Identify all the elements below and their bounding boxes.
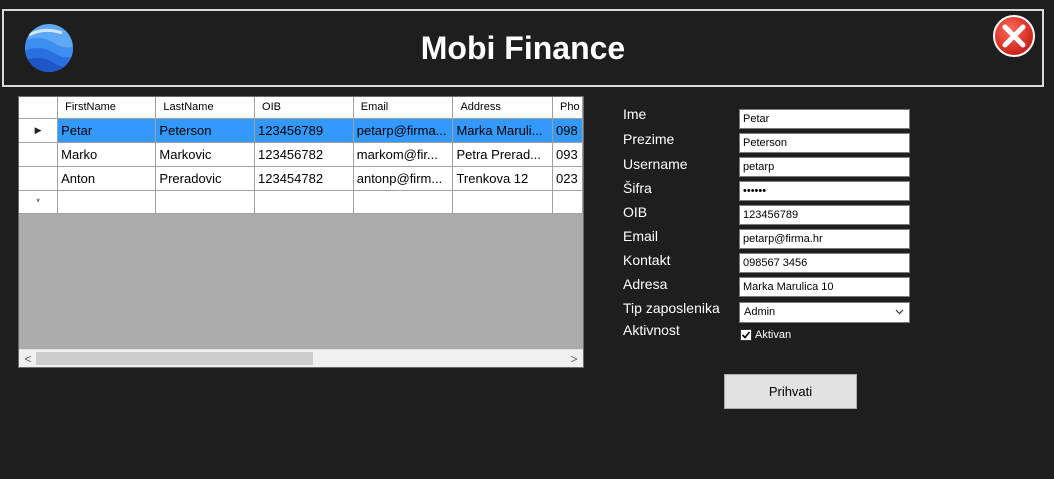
grid-header-row: FirstName LastName OIB Email Address Pho (19, 97, 583, 119)
column-header-lastname[interactable]: LastName (155, 97, 256, 119)
label-adresa: Adresa (623, 276, 668, 292)
new-row-cell[interactable] (353, 190, 454, 214)
label-tip-zaposlenika: Tip zaposlenika (623, 300, 720, 316)
adresa-field[interactable] (739, 277, 910, 297)
employees-grid[interactable]: FirstName LastName OIB Email Address Pho… (18, 96, 584, 368)
chevron-down-icon (895, 309, 904, 315)
email-field[interactable] (739, 229, 910, 249)
checkmark-icon (741, 331, 751, 339)
table-cell[interactable]: Preradovic (155, 166, 256, 191)
table-row[interactable]: Anton Preradovic 123454782 antonp@firm..… (19, 166, 583, 191)
scroll-right-icon[interactable]: > (567, 352, 581, 366)
table-cell[interactable]: 123456789 (254, 118, 354, 143)
ime-field[interactable] (739, 109, 910, 129)
label-username: Username (623, 156, 688, 172)
table-cell[interactable]: Petar (57, 118, 157, 143)
table-cell[interactable]: Peterson (155, 118, 256, 143)
app-title: Mobi Finance (420, 30, 626, 66)
new-row-asterisk-icon: * (36, 196, 40, 207)
table-cell[interactable]: 123456782 (254, 142, 354, 167)
horizontal-scrollbar[interactable]: < > (19, 349, 583, 367)
kontakt-field[interactable] (739, 253, 910, 273)
table-cell[interactable]: Markovic (155, 142, 256, 167)
row-header-new[interactable]: * (19, 190, 59, 214)
password-field[interactable] (739, 181, 910, 201)
table-cell[interactable]: Petra Prerad... (452, 142, 554, 167)
table-cell[interactable]: markom@fir... (353, 142, 454, 167)
label-kontakt: Kontakt (623, 252, 671, 268)
table-row[interactable]: ▶ Petar Peterson 123456789 petarp@firma.… (19, 118, 583, 143)
table-cell[interactable]: 093 (552, 142, 583, 167)
scrollbar-thumb[interactable] (36, 352, 313, 365)
table-cell[interactable]: Anton (57, 166, 157, 191)
label-sifra: Šifra (623, 180, 652, 196)
table-cell[interactable]: petarp@firma... (353, 118, 454, 143)
label-oib: OIB (623, 204, 648, 220)
new-row-cell[interactable] (452, 190, 554, 214)
table-cell[interactable]: 023 (552, 166, 583, 191)
checkbox-box[interactable] (740, 329, 752, 342)
label-email: Email (623, 228, 659, 244)
new-row-cell[interactable] (155, 190, 256, 214)
column-header-firstname[interactable]: FirstName (57, 97, 157, 119)
label-ime: Ime (623, 106, 647, 122)
label-aktivnost: Aktivnost (623, 322, 680, 338)
grid-corner-cell[interactable] (19, 97, 59, 119)
table-cell[interactable]: Marka Maruli... (452, 118, 554, 143)
column-header-phone[interactable]: Pho (552, 97, 583, 119)
tip-zaposlenika-select[interactable]: Admin (739, 302, 910, 323)
table-row[interactable]: Marko Markovic 123456782 markom@fir... P… (19, 142, 583, 167)
aktivan-checkbox[interactable]: Aktivan (740, 329, 792, 342)
column-header-email[interactable]: Email (353, 97, 454, 119)
aktivan-label: Aktivan (755, 329, 792, 342)
prezime-field[interactable] (739, 133, 910, 153)
column-header-address[interactable]: Address (452, 97, 554, 119)
label-prezime: Prezime (623, 131, 675, 147)
current-row-arrow-icon: ▶ (34, 124, 42, 135)
username-field[interactable] (739, 157, 910, 177)
table-cell[interactable]: Marko (57, 142, 157, 167)
table-cell[interactable]: Trenkova 12 (452, 166, 554, 191)
prihvati-button[interactable]: Prihvati (724, 374, 857, 409)
new-row-cell[interactable] (57, 190, 157, 214)
new-row-cell[interactable] (552, 190, 583, 214)
new-row-cell[interactable] (254, 190, 354, 214)
header-panel: Mobi Finance (2, 9, 1044, 87)
row-header[interactable] (19, 166, 59, 191)
new-row[interactable]: * (19, 190, 583, 214)
scroll-left-icon[interactable]: < (21, 352, 35, 366)
row-header[interactable] (19, 142, 59, 167)
table-cell[interactable]: 123454782 (254, 166, 354, 191)
close-icon[interactable] (992, 14, 1036, 58)
row-header-current[interactable]: ▶ (19, 118, 59, 143)
tip-zaposlenika-value: Admin (744, 306, 776, 318)
table-cell[interactable]: antonp@firm... (353, 166, 454, 191)
column-header-oib[interactable]: OIB (254, 97, 354, 119)
table-cell[interactable]: 098 (552, 118, 583, 143)
oib-field[interactable] (739, 205, 910, 225)
